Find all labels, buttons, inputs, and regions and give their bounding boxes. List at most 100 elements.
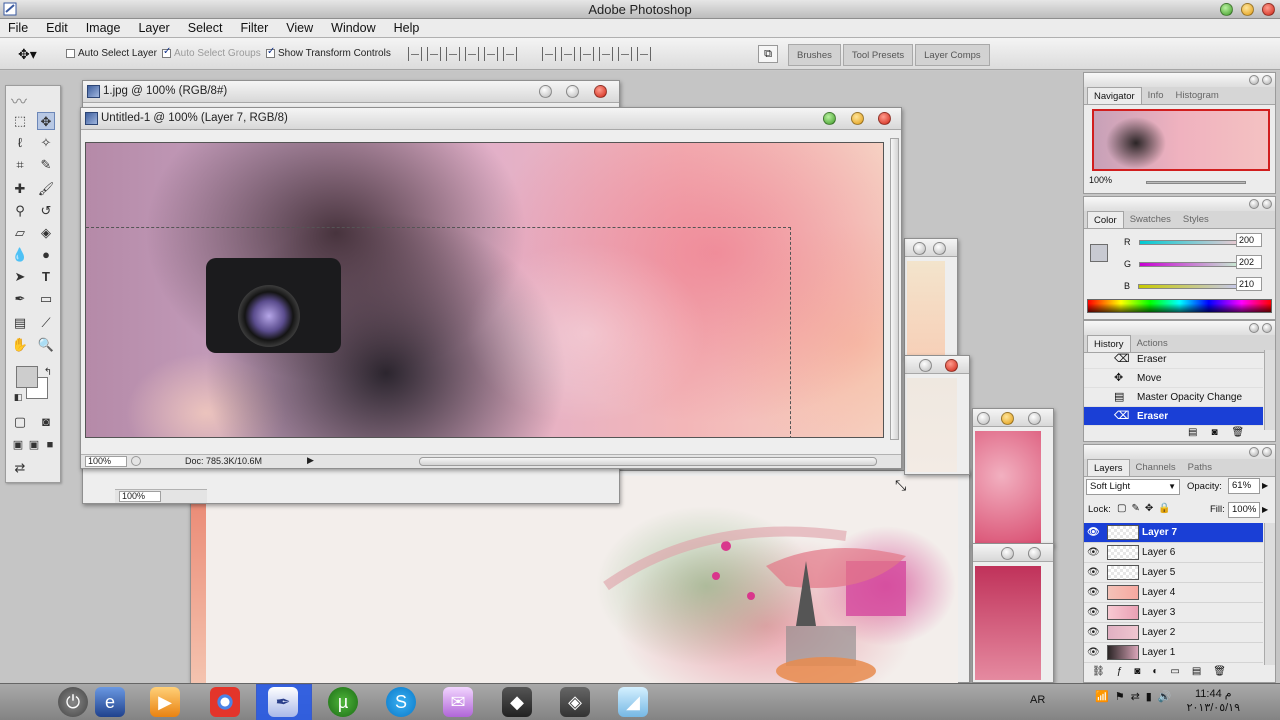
notes-tool-icon[interactable]: ▤ xyxy=(11,314,29,332)
opacity-arrow-icon[interactable]: ▶ xyxy=(1262,481,1268,490)
history-item[interactable]: ✥ Move xyxy=(1084,369,1263,388)
new-document-icon[interactable]: ▤ xyxy=(1188,427,1197,438)
panel-minimize-button[interactable] xyxy=(1249,199,1259,209)
lock-image-icon[interactable]: ✎ xyxy=(1131,503,1139,514)
language-indicator[interactable]: AR xyxy=(1030,694,1045,706)
align-left-icon[interactable] xyxy=(465,47,479,61)
lasso-tool-icon[interactable]: ℓ xyxy=(11,134,29,152)
tab-navigator[interactable]: Navigator xyxy=(1087,87,1142,104)
menu-edit[interactable]: Edit xyxy=(46,21,68,35)
layer-row[interactable]: 👁 Layer 2 xyxy=(1084,623,1263,643)
adjustment-layer-icon[interactable]: ◐ xyxy=(1152,666,1158,677)
palette-well-icon[interactable]: ⧉ xyxy=(758,45,778,63)
swap-colors-icon[interactable]: ↰ xyxy=(39,364,57,382)
layer-style-icon[interactable]: ƒ xyxy=(1117,666,1123,677)
align-top-icon[interactable] xyxy=(408,47,422,61)
g-slider[interactable] xyxy=(1139,261,1248,267)
align-right-icon[interactable] xyxy=(503,47,517,61)
app-icon-b[interactable]: ◈ xyxy=(560,687,590,717)
tab-tool-presets[interactable]: Tool Presets xyxy=(842,44,914,66)
clock[interactable]: 11:44 م ٢٠١٣/٠٥/١٩ xyxy=(1187,687,1240,715)
layer-row[interactable]: 👁 Layer 1 xyxy=(1084,643,1263,663)
visibility-eye-icon[interactable]: 👁 xyxy=(1087,587,1101,599)
distribute-left-icon[interactable] xyxy=(599,47,613,61)
shape-tool-icon[interactable]: ▭ xyxy=(37,290,55,308)
visibility-eye-icon[interactable]: 👁 xyxy=(1087,527,1101,539)
doc-c-maximize-button[interactable] xyxy=(1001,412,1014,425)
eyedropper-tool-icon[interactable]: ⟋ xyxy=(37,314,55,332)
brush-tool-icon[interactable]: 🖌 xyxy=(37,180,55,198)
power-icon[interactable]: ⏻ xyxy=(58,687,88,717)
volume-icon[interactable]: 🔊 xyxy=(1158,690,1172,703)
panel-minimize-button[interactable] xyxy=(1249,323,1259,333)
magic-wand-tool-icon[interactable]: ✧ xyxy=(37,134,55,152)
document-window-untitled-1[interactable]: Untitled-1 @ 100% (Layer 7, RGB/8) 100% … xyxy=(80,107,902,469)
move-tool-preset-icon[interactable]: ✥▾ xyxy=(18,46,37,63)
healing-brush-tool-icon[interactable]: ✚ xyxy=(11,180,29,198)
color-foreground-swatch[interactable] xyxy=(1090,244,1108,262)
snapshot-icon[interactable]: ◙ xyxy=(1211,427,1217,438)
tab-color[interactable]: Color xyxy=(1087,211,1124,228)
r-value-field[interactable]: 200 xyxy=(1236,233,1262,247)
path-selection-tool-icon[interactable]: ➤ xyxy=(11,268,29,286)
doc-d-minimize-button[interactable] xyxy=(1001,547,1014,560)
show-transform-controls-option[interactable]: Show Transform Controls xyxy=(266,46,391,59)
g-value-field[interactable]: 202 xyxy=(1236,255,1262,269)
fill-arrow-icon[interactable]: ▶ xyxy=(1262,505,1268,514)
document-canvas[interactable] xyxy=(85,142,884,438)
cascaded-document-window-a[interactable] xyxy=(904,238,958,358)
layer-mask-icon[interactable]: ◙ xyxy=(1134,666,1140,677)
lock-position-icon[interactable]: ✥ xyxy=(1145,503,1153,514)
photoshop-task-icon[interactable]: ✒ xyxy=(268,687,298,717)
doc-maximize-button[interactable] xyxy=(566,85,579,98)
window-minimize-button[interactable] xyxy=(1241,3,1254,16)
menu-filter[interactable]: Filter xyxy=(240,21,268,35)
layer-row[interactable]: 👁 Layer 5 xyxy=(1084,563,1263,583)
panel-close-button[interactable] xyxy=(1262,75,1272,85)
lock-transparent-icon[interactable]: ▢ xyxy=(1117,503,1126,514)
blend-mode-select[interactable]: Soft Light ▼ xyxy=(1086,479,1180,495)
navigator-thumbnail[interactable] xyxy=(1092,109,1270,171)
trash-icon[interactable]: 🗑 xyxy=(1232,427,1245,438)
marquee-tool-icon[interactable]: ⬚ xyxy=(11,112,29,130)
history-item[interactable]: ⌫ Eraser xyxy=(1084,350,1263,369)
clone-stamp-tool-icon[interactable]: ⚲ xyxy=(11,202,29,220)
cascaded-document-window-d[interactable] xyxy=(972,543,1054,683)
tab-layer-comps[interactable]: Layer Comps xyxy=(915,44,990,66)
tab-paths[interactable]: Paths xyxy=(1182,459,1218,476)
menu-file[interactable]: File xyxy=(8,21,28,35)
zoom-field[interactable]: 100% xyxy=(119,491,161,502)
align-bottom-icon[interactable] xyxy=(446,47,460,61)
doc-maximize-button[interactable] xyxy=(823,112,836,125)
zoom-field[interactable]: 100% xyxy=(85,456,127,467)
chrome-icon[interactable] xyxy=(210,687,240,717)
skype-icon[interactable]: S xyxy=(386,687,416,717)
quick-mask-mode-icon[interactable]: ◙ xyxy=(37,413,55,431)
default-colors-icon[interactable]: ◧ xyxy=(9,388,27,406)
layer-row[interactable]: 👁 Layer 6 xyxy=(1084,543,1263,563)
standard-mode-icon[interactable]: ▢ xyxy=(11,413,29,431)
flag-icon[interactable]: ⚑ xyxy=(1115,690,1125,703)
status-menu-icon[interactable] xyxy=(131,456,141,466)
vertical-scrollbar[interactable] xyxy=(890,138,899,440)
tab-info[interactable]: Info xyxy=(1142,87,1170,104)
window-maximize-button[interactable] xyxy=(1220,3,1233,16)
b-slider[interactable] xyxy=(1138,283,1247,289)
menu-view[interactable]: View xyxy=(286,21,313,35)
network-icon[interactable]: ⇄ xyxy=(1131,690,1140,703)
cascaded-document-window-c[interactable] xyxy=(972,408,1054,546)
collage-canvas[interactable] xyxy=(206,476,958,683)
layer-row[interactable]: 👁 Layer 7 xyxy=(1084,523,1263,543)
align-hcenter-icon[interactable] xyxy=(484,47,498,61)
doc-b-close-button[interactable] xyxy=(945,359,958,372)
b-value-field[interactable]: 210 xyxy=(1236,277,1262,291)
r-slider[interactable] xyxy=(1138,239,1247,245)
battery-icon[interactable]: ▮ xyxy=(1146,690,1152,703)
apple-start-icon[interactable] xyxy=(10,687,40,717)
blur-tool-icon[interactable]: 💧 xyxy=(11,246,29,264)
link-layers-icon[interactable]: ⛓ xyxy=(1092,666,1105,677)
messenger-icon[interactable]: ✉ xyxy=(443,687,473,717)
type-tool-icon[interactable]: T xyxy=(37,268,55,286)
history-item[interactable]: ▤ Master Opacity Change xyxy=(1084,388,1263,407)
doc-b-minimize-button[interactable] xyxy=(919,359,932,372)
